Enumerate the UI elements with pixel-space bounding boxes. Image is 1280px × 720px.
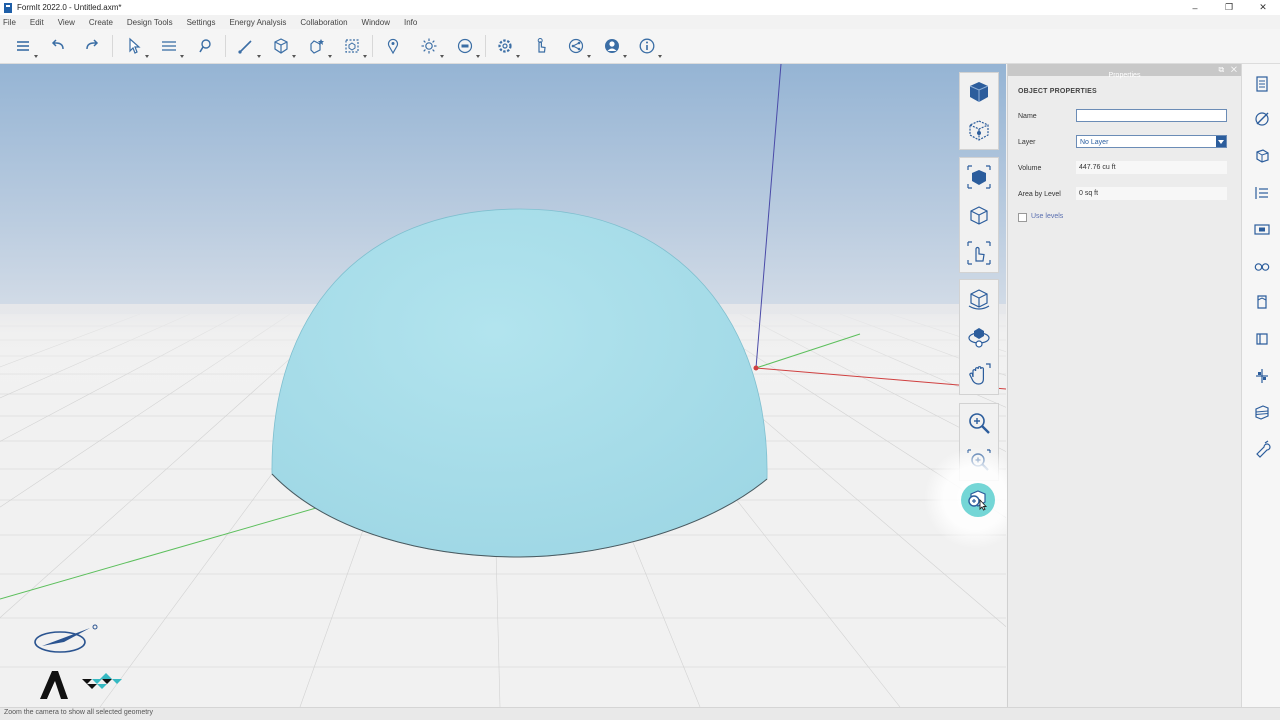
area-by-level-value: 0 sq ft — [1076, 187, 1227, 200]
zoom-icon[interactable] — [960, 404, 998, 442]
menu-info[interactable]: Info — [404, 18, 417, 27]
minimize-button[interactable]: – — [1178, 0, 1212, 15]
window-controls: – ❐ ✕ — [1178, 0, 1280, 15]
formit-logo — [82, 673, 122, 689]
measure-icon[interactable] — [158, 36, 184, 58]
menu-design-tools[interactable]: Design Tools — [127, 18, 173, 27]
title-bar: FormIt 2022.0 - Untitled.axm* – ❐ ✕ — [0, 0, 1280, 15]
plugins-icon[interactable] — [1252, 366, 1272, 386]
status-text: Zoom the camera to show all selected geo… — [4, 709, 154, 716]
info-icon[interactable] — [636, 36, 662, 58]
visual-styles-icon[interactable] — [1252, 256, 1272, 276]
origin-point — [753, 365, 759, 371]
location-pin-icon[interactable] — [382, 36, 404, 56]
properties-header: Properties ⧉ ✕ — [1008, 64, 1241, 79]
materials-icon[interactable] — [1252, 109, 1272, 129]
chevron-down-icon[interactable] — [1216, 136, 1226, 147]
use-levels-checkbox[interactable] — [1018, 213, 1027, 222]
float-panel-icon[interactable]: ⧉ — [1219, 65, 1225, 74]
undo-icon[interactable] — [47, 36, 69, 56]
area-by-level-label: Area by Level — [1018, 191, 1061, 198]
menu-window[interactable]: Window — [362, 18, 390, 27]
solar-icon[interactable] — [1252, 329, 1272, 349]
view-cube-icon[interactable] — [960, 73, 998, 111]
menu-edit[interactable]: Edit — [30, 18, 44, 27]
toolbar-divider — [372, 35, 373, 57]
menu-view[interactable]: View — [58, 18, 75, 27]
layer-select[interactable]: No Layer — [1076, 135, 1227, 148]
perspective-icon[interactable] — [960, 158, 998, 196]
view-toolbar-group-3 — [959, 279, 999, 395]
name-label: Name — [1018, 113, 1037, 120]
redo-icon[interactable] — [81, 36, 103, 56]
north-compass-icon[interactable] — [30, 622, 100, 656]
3d-viewport[interactable] — [0, 64, 1006, 707]
select-icon[interactable] — [123, 36, 149, 58]
close-panel-icon[interactable]: ✕ — [1231, 65, 1237, 74]
pan-icon[interactable] — [960, 356, 998, 394]
zoom-selected-icon[interactable] — [964, 486, 992, 514]
view-toolbar-group-2 — [959, 157, 999, 273]
view-toolbar-group-1 — [959, 72, 999, 150]
properties-header-buttons: ⧉ ✕ — [1219, 64, 1238, 76]
content-library-icon[interactable] — [1252, 402, 1272, 422]
menu-settings[interactable]: Settings — [187, 18, 216, 27]
menu-collaboration[interactable]: Collaboration — [300, 18, 347, 27]
use-levels-label[interactable]: Use levels — [1031, 213, 1063, 220]
toolbar-divider — [112, 35, 113, 57]
object-properties-title: OBJECT PROPERTIES — [1018, 88, 1097, 95]
close-button[interactable]: ✕ — [1246, 0, 1280, 15]
share-icon[interactable] — [565, 36, 591, 58]
scenes-icon[interactable] — [1252, 219, 1272, 239]
layer-select-value: No Layer — [1080, 139, 1109, 146]
look-around-icon[interactable] — [960, 234, 998, 272]
groups-icon[interactable] — [1252, 146, 1272, 166]
formit-app-icon — [4, 2, 12, 13]
axonometric-icon[interactable] — [960, 111, 998, 149]
orthographic-icon[interactable] — [960, 196, 998, 234]
magic-wand-icon[interactable] — [306, 36, 332, 58]
draw-line-icon[interactable] — [235, 36, 261, 58]
layer-label: Layer — [1018, 139, 1036, 146]
main-toolbar — [0, 29, 1280, 64]
status-bar: Zoom the camera to show all selected geo… — [0, 707, 1280, 720]
menu-energy-analysis[interactable]: Energy Analysis — [229, 18, 286, 27]
properties-title: Properties — [1108, 72, 1141, 79]
right-panel-rail — [1241, 64, 1280, 707]
group-icon[interactable] — [341, 36, 367, 58]
dome-geometry[interactable] — [271, 208, 768, 558]
account-icon[interactable] — [601, 36, 627, 58]
dynamo-icon[interactable] — [1252, 439, 1272, 459]
layers-stack-icon[interactable] — [12, 36, 38, 58]
levels-icon[interactable] — [1252, 183, 1272, 203]
orbit-select-icon[interactable] — [960, 318, 998, 356]
name-input[interactable] — [1076, 109, 1227, 122]
paint-icon[interactable] — [194, 36, 216, 56]
orbit-icon[interactable] — [960, 280, 998, 318]
toolbar-divider — [485, 35, 486, 57]
properties-panel: Properties ⧉ ✕ OBJECT PROPERTIES Name La… — [1007, 64, 1241, 707]
volume-label: Volume — [1018, 165, 1042, 172]
volume-value: 447.76 cu ft — [1076, 161, 1227, 174]
autodesk-logo — [40, 671, 68, 699]
components-icon[interactable] — [1252, 292, 1272, 312]
scene-icon[interactable] — [454, 36, 480, 58]
properties-icon[interactable] — [1252, 74, 1272, 94]
menu-bar: File Edit View Create Design Tools Setti… — [0, 15, 1280, 29]
settings-gear-icon[interactable] — [494, 36, 520, 58]
restore-button[interactable]: ❐ — [1212, 0, 1246, 15]
menu-file[interactable]: File — [3, 18, 16, 27]
cube-icon[interactable] — [270, 36, 296, 58]
toolbar-divider — [225, 35, 226, 57]
scene-canvas — [0, 64, 1006, 707]
menu-create[interactable]: Create — [89, 18, 113, 27]
window-title: FormIt 2022.0 - Untitled.axm* — [17, 3, 122, 12]
sun-icon[interactable] — [418, 36, 444, 58]
gesture-icon[interactable] — [530, 36, 552, 56]
